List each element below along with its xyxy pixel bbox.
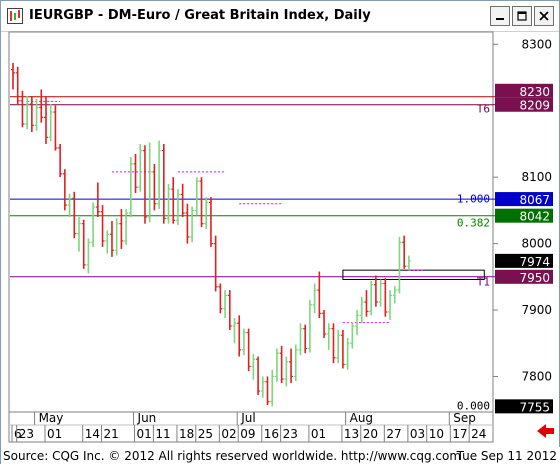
x-day-label: 25 — [198, 427, 213, 441]
price-tag: 7755 — [495, 399, 553, 414]
price-tag-label: 7950 — [519, 271, 550, 285]
x-day-label: 01 — [137, 427, 152, 441]
chart-window: IEURGBP - DM-Euro / Great Britain Index,… — [0, 0, 560, 465]
x-day-label: 23 — [283, 427, 298, 441]
price-tag: 8042 — [495, 208, 553, 224]
level-label: 0.382 — [457, 216, 490, 229]
price-tag: 8209 — [495, 97, 553, 113]
y-tick-label: 8000 — [521, 237, 552, 251]
price-tag-label: 8042 — [519, 210, 550, 224]
x-month-label: Jun — [137, 411, 157, 425]
price-tag: 7974 — [495, 253, 553, 269]
x-day-label: 01 — [311, 427, 326, 441]
plot-frame — [8, 31, 494, 413]
x-day-label: 20 — [363, 427, 378, 441]
x-month-label: May — [39, 411, 64, 425]
source-credit: Source: CQG Inc. © 2012 All rights reser… — [3, 449, 462, 463]
y-tick-label: 8100 — [521, 170, 552, 184]
price-tag-label: 8209 — [519, 99, 550, 113]
price-tag-label: 7974 — [519, 255, 550, 269]
x-month-label: Sep — [453, 411, 476, 425]
y-tick-label: 8300 — [521, 37, 552, 51]
level-label: 1.000 — [457, 192, 490, 205]
x-day-label: 16 — [264, 427, 279, 441]
y-tick-label: 7800 — [521, 369, 552, 383]
x-day-label: 27 — [386, 427, 401, 441]
level-label: T1 — [477, 275, 490, 288]
x-day-label: 18 — [179, 427, 194, 441]
x-day-label: 11 — [155, 427, 170, 441]
price-chart[interactable]: T61.0000.382T10.000 83008100800079007800… — [1, 1, 559, 446]
x-day-label: 01 — [47, 427, 62, 441]
price-tag-label: 7755 — [519, 400, 550, 414]
x-day-label: 21 — [104, 427, 119, 441]
price-tag: 8230 — [495, 83, 553, 99]
scroll-left-arrow-icon[interactable] — [533, 421, 557, 441]
x-day-label: 03 — [410, 427, 425, 441]
footer-date: Tue Sep 11 2012 — [456, 449, 557, 463]
x-day-label: 09 — [240, 427, 255, 441]
x-month-label: Jul — [240, 411, 255, 425]
x-day-label: 17 — [452, 427, 467, 441]
y-tick-label: 7900 — [521, 303, 552, 317]
x-day-label: 23 — [19, 427, 34, 441]
x-month-label: Aug — [350, 411, 373, 425]
price-tag: 8067 — [495, 192, 553, 207]
price-tag-label: 8067 — [519, 193, 550, 207]
x-day-label: 02 — [221, 427, 236, 441]
x-day-label: 14 — [85, 427, 100, 441]
level-label: T6 — [477, 103, 490, 116]
footer: Source: CQG Inc. © 2012 All rights reser… — [1, 447, 560, 465]
price-tag: 7950 — [495, 269, 553, 285]
x-day-label: 24 — [471, 427, 486, 441]
x-day-label: 10 — [429, 427, 444, 441]
x-day-label: 13 — [344, 427, 359, 441]
price-tag-label: 8230 — [519, 85, 550, 99]
